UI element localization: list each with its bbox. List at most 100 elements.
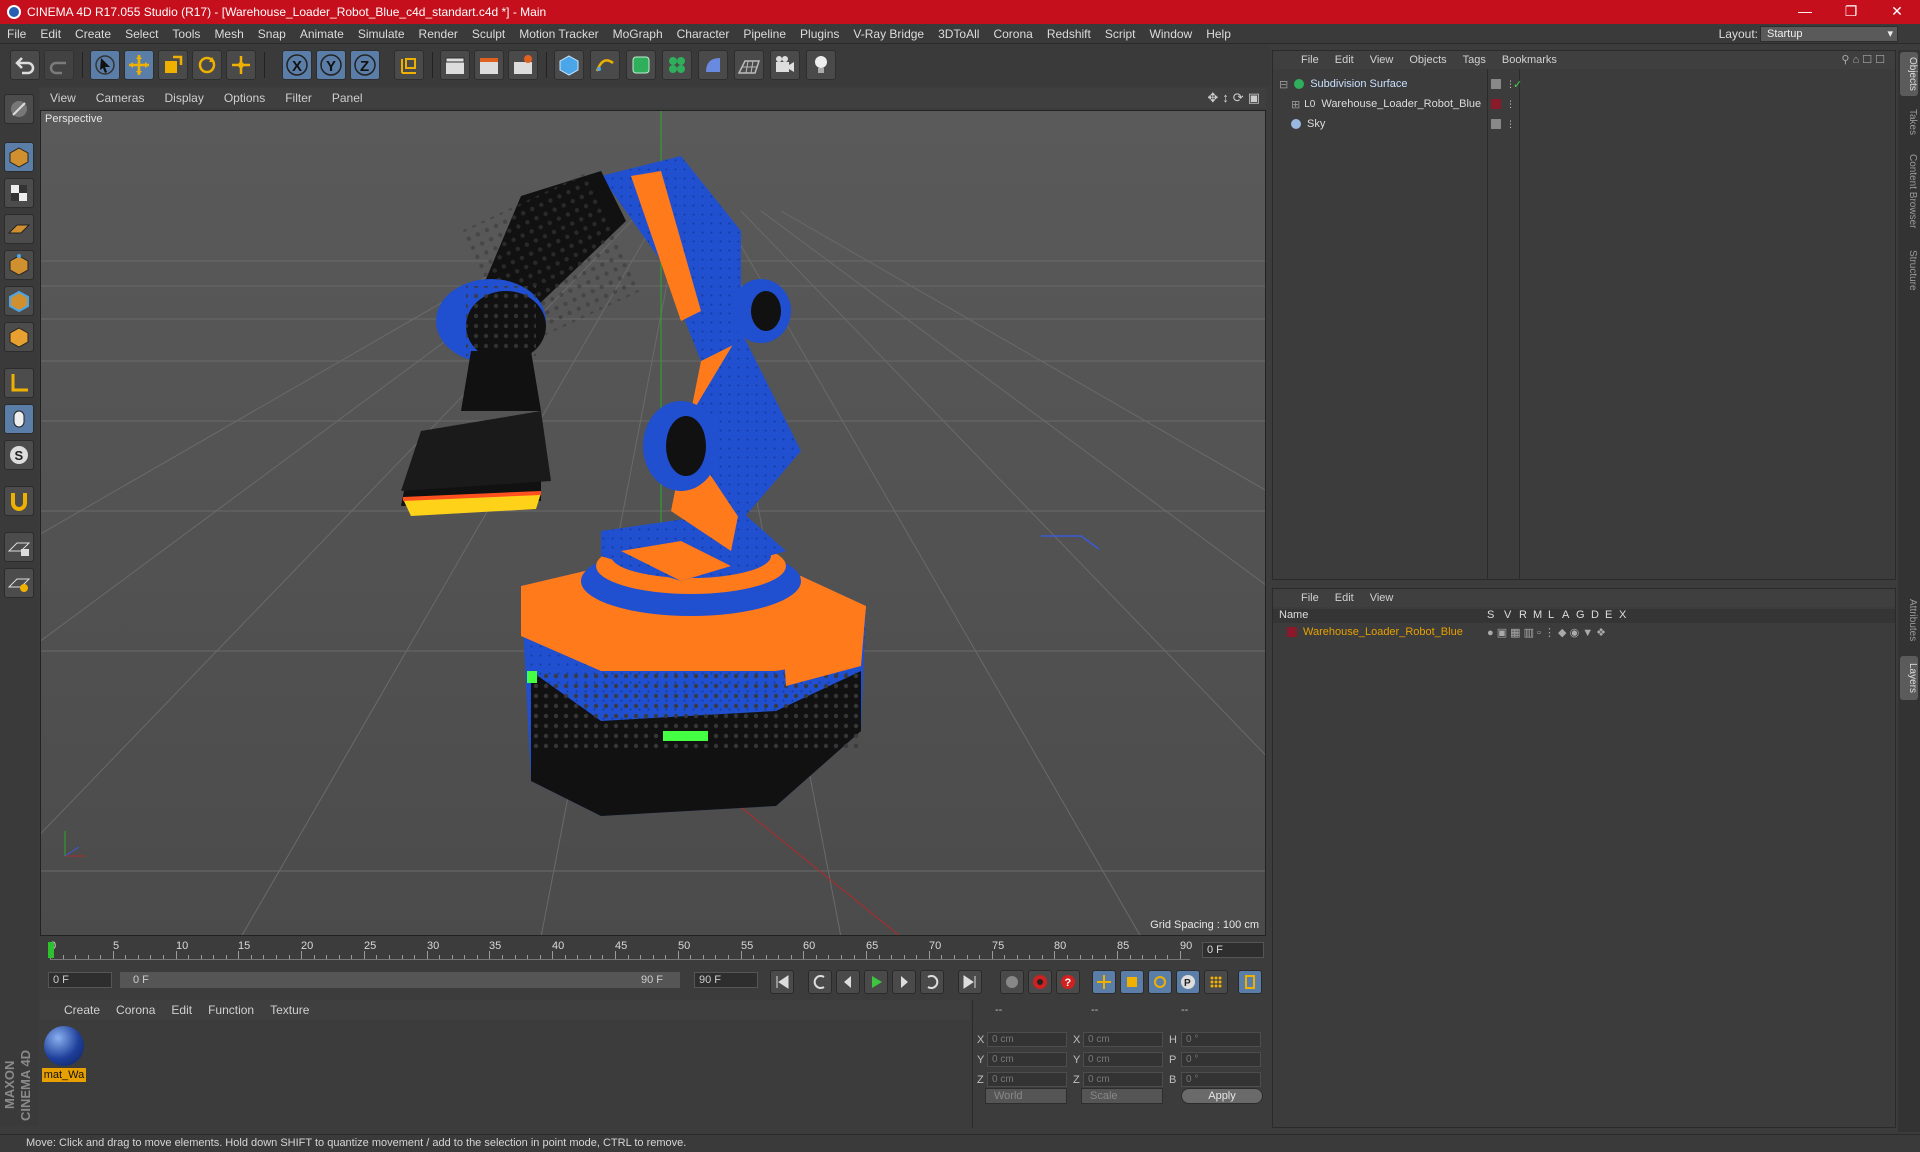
material-thumbnail[interactable] <box>44 1026 84 1066</box>
planar-workplane-button[interactable] <box>4 568 34 598</box>
make-editable-button[interactable] <box>4 94 34 124</box>
layer-col-expressions[interactable]: E <box>1605 609 1612 621</box>
move-tool-button[interactable] <box>124 50 154 80</box>
light-button[interactable] <box>806 50 836 80</box>
pos-y-field[interactable]: 0 cm <box>987 1052 1067 1067</box>
object-menu-bookmarks[interactable]: Bookmarks <box>1494 54 1565 66</box>
menu-vray-bridge[interactable]: V-Ray Bridge <box>846 27 931 41</box>
object-menu-view[interactable]: View <box>1362 54 1402 66</box>
layout-select[interactable]: Startup ▾ <box>1760 26 1898 42</box>
camera-button[interactable] <box>770 50 800 80</box>
expand-icon[interactable]: ⊞ <box>1291 98 1300 111</box>
menu-file[interactable]: File <box>0 27 33 41</box>
size-mode-select[interactable]: Scale <box>1081 1088 1163 1104</box>
points-mode-button[interactable] <box>4 250 34 280</box>
magnet-button[interactable] <box>4 486 34 516</box>
undo-button[interactable] <box>10 50 40 80</box>
object-menu-edit[interactable]: Edit <box>1327 54 1362 66</box>
object-row-subdivision-surface[interactable]: ⊟ Subdivision Surface ⋮ ✓ <box>1273 75 1895 93</box>
pos-z-field[interactable]: 0 cm <box>987 1072 1067 1087</box>
subdivision-surface-button[interactable] <box>626 50 656 80</box>
key-parameter-button[interactable]: P <box>1176 970 1200 994</box>
size-x-field[interactable]: 0 cm <box>1083 1032 1163 1047</box>
visibility-dots-icon[interactable]: ⋮ <box>1506 99 1515 110</box>
visibility-dots-icon[interactable]: ⋮ <box>1506 119 1515 130</box>
cloner-button[interactable] <box>662 50 692 80</box>
menu-render[interactable]: Render <box>412 27 465 41</box>
menu-mesh[interactable]: Mesh <box>207 27 250 41</box>
orbit-icon[interactable]: ⟳ <box>1233 90 1244 106</box>
viewport-menu-filter[interactable]: Filter <box>275 91 322 105</box>
viewport-menu-panel[interactable]: Panel <box>322 91 373 105</box>
size-y-field[interactable]: 0 cm <box>1083 1052 1163 1067</box>
material-menu-function[interactable]: Function <box>200 1003 262 1017</box>
key-position-button[interactable] <box>1092 970 1116 994</box>
material-menu-texture[interactable]: Texture <box>262 1003 317 1017</box>
coordinate-system-button[interactable] <box>394 50 424 80</box>
start-frame-field[interactable]: 0 F <box>48 972 112 988</box>
lock-z-axis-button[interactable]: Z <box>350 50 380 80</box>
enabled-check-icon[interactable]: ✓ <box>1513 78 1522 91</box>
live-selection-button[interactable] <box>90 50 120 80</box>
menu-mograph[interactable]: MoGraph <box>606 27 670 41</box>
dolly-icon[interactable]: ↕ <box>1222 90 1229 106</box>
menu-sculpt[interactable]: Sculpt <box>465 27 512 41</box>
menu-simulate[interactable]: Simulate <box>351 27 412 41</box>
rotate-tool-button[interactable] <box>192 50 222 80</box>
object-menu-tags[interactable]: Tags <box>1455 54 1494 66</box>
end-frame-field[interactable]: 90 F <box>694 972 758 988</box>
viewport-menu-display[interactable]: Display <box>154 91 213 105</box>
play-button[interactable] <box>864 970 888 994</box>
collapse-icon[interactable]: ⊟ <box>1279 78 1288 91</box>
next-key-button[interactable] <box>920 970 944 994</box>
next-frame-button[interactable] <box>892 970 916 994</box>
snap-button[interactable]: S <box>4 440 34 470</box>
deformer-button[interactable] <box>698 50 728 80</box>
3d-viewport[interactable]: Perspective Grid Spacing : 100 cm <box>40 110 1266 936</box>
tweak-mode-button[interactable] <box>4 404 34 434</box>
pos-x-field[interactable]: 0 cm <box>987 1032 1067 1047</box>
layer-col-generators[interactable]: G <box>1576 609 1585 621</box>
coordinate-space-select[interactable]: World <box>985 1088 1067 1104</box>
workplane-mode-button[interactable] <box>4 214 34 244</box>
polygons-mode-button[interactable] <box>4 322 34 352</box>
floor-button[interactable] <box>734 50 764 80</box>
menu-character[interactable]: Character <box>670 27 737 41</box>
axis-mode-button[interactable] <box>4 368 34 398</box>
menu-motion-tracker[interactable]: Motion Tracker <box>512 27 605 41</box>
tab-takes[interactable]: Takes <box>1900 102 1918 142</box>
material-menu-create[interactable]: Create <box>56 1003 108 1017</box>
menu-plugins[interactable]: Plugins <box>793 27 846 41</box>
object-menu-objects[interactable]: Objects <box>1401 54 1454 66</box>
layer-color-swatch[interactable] <box>1287 627 1297 637</box>
keyframe-selection-button[interactable]: ? <box>1056 970 1080 994</box>
key-pla-button[interactable] <box>1204 970 1228 994</box>
material-name[interactable]: mat_Wa <box>42 1068 86 1082</box>
scale-tool-button[interactable] <box>158 50 188 80</box>
tab-layers[interactable]: Layers <box>1900 656 1918 700</box>
rot-b-field[interactable]: 0 ° <box>1181 1072 1261 1087</box>
redo-button[interactable] <box>44 50 74 80</box>
timeline[interactable]: 051015202530354045505560657075808590 0 F <box>40 938 1266 962</box>
layer-col-view[interactable]: V <box>1504 609 1511 621</box>
apply-button[interactable]: Apply <box>1181 1088 1263 1104</box>
layer-col-xref[interactable]: X <box>1619 609 1626 621</box>
cube-object-button[interactable] <box>554 50 584 80</box>
tab-attributes[interactable]: Attributes <box>1900 590 1918 650</box>
layer-col-deformers[interactable]: D <box>1591 609 1599 621</box>
edges-mode-button[interactable] <box>4 286 34 316</box>
minimize-icon[interactable]: — <box>1782 0 1828 24</box>
render-view-button[interactable] <box>440 50 470 80</box>
object-row-sky[interactable]: Sky ⋮ <box>1273 115 1895 133</box>
pan-icon[interactable]: ✥ <box>1207 90 1218 106</box>
maximize-view-icon[interactable]: ▣ <box>1248 90 1260 106</box>
layer-col-lock[interactable]: L <box>1548 609 1554 621</box>
layer-toggle-icons[interactable]: ● ▣ ▦ ▥ ▫ ⋮ ◆ ◉ ▼ ❖ <box>1487 626 1606 639</box>
material-menu-edit[interactable]: Edit <box>163 1003 200 1017</box>
timeline-ruler[interactable]: 051015202530354045505560657075808590 <box>48 940 1192 960</box>
render-picture-viewer-button[interactable] <box>474 50 504 80</box>
layer-menu-edit[interactable]: Edit <box>1327 592 1362 604</box>
model-mode-button[interactable] <box>4 142 34 172</box>
object-row-warehouse-robot[interactable]: ⊞ L0 Warehouse_Loader_Robot_Blue ⋮ <box>1273 95 1895 113</box>
go-to-end-button[interactable] <box>958 970 982 994</box>
